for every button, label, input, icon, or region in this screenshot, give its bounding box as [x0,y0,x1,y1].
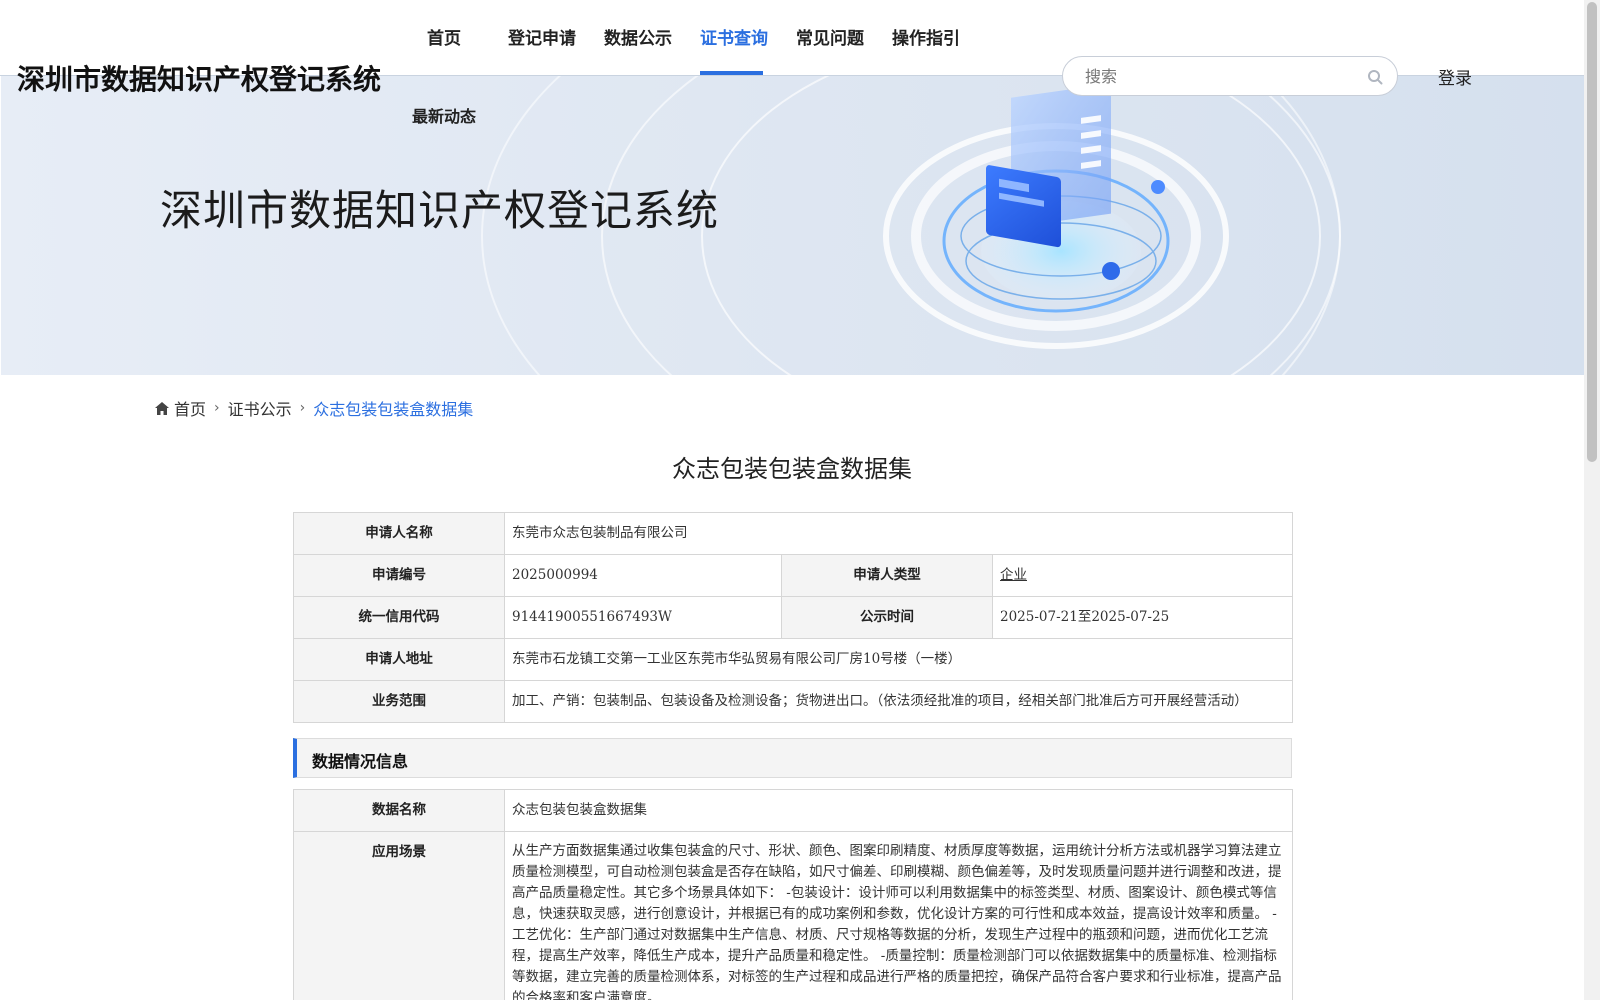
section-heading: 数据情况信息 [312,752,409,771]
credit-code-label: 统一信用代码 [293,596,505,639]
table-row: 申请人名称 东莞市众志包装制品有限公司 [293,512,1293,555]
search-input[interactable] [1085,65,1345,87]
table-row: 申请人地址 东莞市石龙镇工交第一工业区东莞市华弘贸易有限公司厂房10号楼（一楼） [293,638,1293,681]
search-icon[interactable] [1367,69,1383,85]
data-name-value: 众志包装包装盒数据集 [504,789,1293,832]
table-row: 数据名称 众志包装包装盒数据集 [293,789,1293,832]
applicant-name-value: 东莞市众志包装制品有限公司 [504,512,1293,555]
data-illustration [883,83,1229,349]
scenario-label: 应用场景 [293,831,505,1000]
breadcrumb-home[interactable]: 首页 [174,396,206,420]
breadcrumb-current: 众志包装包装盒数据集 [313,400,474,419]
business-scope-value: 加工、产销：包装制品、包装设备及检测设备；货物进出口。（依法须经批准的项目，经相… [504,680,1293,723]
login-link[interactable]: 登录 [1438,64,1472,89]
applicant-name-label: 申请人名称 [293,512,505,555]
chevron-right-icon: › [214,400,220,416]
data-info-section-header: 数据情况信息 [293,738,1292,778]
nav-registration[interactable]: 登记申请 [508,24,576,49]
breadcrumb-parent[interactable]: 证书公示 [228,396,292,420]
home-icon [155,401,169,415]
search-box [1062,56,1398,96]
page-title: 众志包装包装盒数据集 [672,455,912,483]
publicity-time-label: 公示时间 [781,596,993,639]
nav-latest-news[interactable]: 最新动态 [412,103,476,127]
banner-title: 深圳市数据知识产权登记系统 [160,186,720,235]
table-row: 统一信用代码 91441900551667493W 公示时间 2025-07-2… [293,596,1293,639]
breadcrumb: 首页 › 证书公示 › 众志包装包装盒数据集 [155,396,473,420]
applicant-type-value: 企业 [992,554,1293,597]
nav-certificate-query[interactable]: 证书查询 [700,24,768,49]
applicant-type-label: 申请人类型 [781,554,993,597]
applicant-info-table: 申请人名称 东莞市众志包装制品有限公司 申请编号 2025000994 申请人类… [293,512,1293,723]
nav-faq[interactable]: 常见问题 [796,24,864,49]
credit-code-value: 91441900551667493W [504,596,782,639]
applicant-address-value: 东莞市石龙镇工交第一工业区东莞市华弘贸易有限公司厂房10号楼（一楼） [504,638,1293,681]
business-scope-label: 业务范围 [293,680,505,723]
scenario-value: 从生产方面数据集通过收集包装盒的尺寸、形状、颜色、图案印刷精度、材质厚度等数据，… [504,831,1293,1000]
scrollbar-thumb[interactable] [1587,2,1597,462]
hero-banner: 深圳市数据知识产权登记系统 [1,76,1584,375]
nav-home[interactable]: 首页 [427,24,461,49]
table-row: 应用场景 从生产方面数据集通过收集包装盒的尺寸、形状、颜色、图案印刷精度、材质厚… [293,831,1293,1000]
application-number-value: 2025000994 [504,554,782,597]
site-title: 深圳市数据知识产权登记系统 [17,63,382,96]
data-name-label: 数据名称 [293,789,505,832]
chevron-right-icon: › [299,400,306,416]
publicity-time-value: 2025-07-21至2025-07-25 [992,596,1293,639]
nav-data-publicity[interactable]: 数据公示 [604,24,672,49]
application-number-label: 申请编号 [293,554,505,597]
nav-active-indicator [700,71,763,75]
nav-guide[interactable]: 操作指引 [892,24,960,49]
table-row: 业务范围 加工、产销：包装制品、包装设备及检测设备；货物进出口。（依法须经批准的… [293,680,1293,723]
applicant-type-text: 企业 [1000,567,1027,583]
applicant-address-label: 申请人地址 [293,638,505,681]
data-info-table: 数据名称 众志包装包装盒数据集 应用场景 从生产方面数据集通过收集包装盒的尺寸、… [293,789,1293,1000]
table-row: 申请编号 2025000994 申请人类型 企业 [293,554,1293,597]
vertical-scrollbar[interactable] [1584,0,1600,1000]
